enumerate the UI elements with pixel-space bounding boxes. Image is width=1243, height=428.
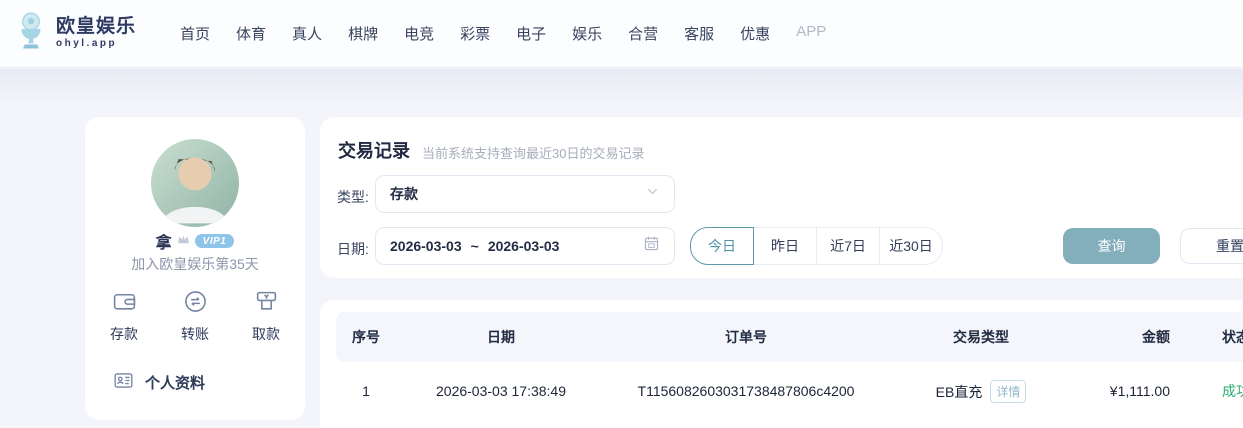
nav-item-promo[interactable]: 优惠 [740, 23, 770, 44]
range-yesterday-button[interactable]: 昨日 [753, 227, 817, 265]
col-date: 日期 [396, 327, 606, 347]
sidebar-item-deposit[interactable]: 存款 [110, 289, 138, 344]
date-from-value: 2026-03-03 [390, 238, 462, 254]
nav-item-sports[interactable]: 体育 [236, 23, 266, 44]
range-30days-button[interactable]: 近30日 [879, 227, 943, 265]
col-order-no: 订单号 [606, 327, 886, 347]
profile-sidebar-card: 拿 VIP1 加入欧皇娱乐第35天 存款 转账 [85, 117, 305, 420]
row-amount: ¥1,111.00 [1076, 383, 1176, 399]
sidebar-item-withdraw[interactable]: 取款 [252, 289, 280, 344]
range-7days-button[interactable]: 近7日 [816, 227, 880, 265]
sidebar-quick-actions: 存款 转账 取款 [85, 289, 305, 344]
range-today-button[interactable]: 今日 [690, 227, 754, 265]
row-order-no: T1156082603031738487806c4200 [606, 383, 886, 399]
user-name-row: 拿 VIP1 [85, 229, 305, 253]
chevron-down-icon [645, 184, 660, 204]
col-amount: 金额 [1076, 327, 1176, 347]
page-title: 交易记录 [338, 137, 410, 163]
type-label: 类型: [337, 187, 369, 207]
page-subtitle: 当前系统支持查询最近30日的交易记录 [422, 143, 644, 163]
user-name: 拿 [156, 229, 172, 253]
sidebar-item-label: 取款 [252, 324, 280, 344]
transaction-type: EB直充 [936, 384, 983, 400]
nav-item-service[interactable]: 客服 [684, 23, 714, 44]
profile-link-label: 个人资料 [145, 372, 205, 393]
brand-domain: ohyl.app [56, 39, 136, 50]
table-row: 1 2026-03-03 17:38:49 T11560826030317384… [336, 362, 1243, 420]
nav-item-esports[interactable]: 电竞 [404, 23, 434, 44]
row-datetime: 2026-03-03 17:38:49 [396, 383, 606, 399]
col-status: 状态 [1176, 327, 1243, 347]
trophy-logo-icon [15, 11, 47, 56]
transfer-icon [183, 289, 208, 317]
table-header-row: 序号 日期 订单号 交易类型 金额 状态 [336, 312, 1243, 362]
nav-item-lottery[interactable]: 彩票 [460, 23, 490, 44]
sidebar-item-label: 存款 [110, 324, 138, 344]
search-button[interactable]: 查询 [1063, 228, 1160, 264]
sidebar-item-transfer[interactable]: 转账 [181, 289, 209, 344]
nav-item-partnership[interactable]: 合营 [628, 23, 658, 44]
row-type: EB直充详情 [886, 380, 1076, 403]
brand-name: 欧皇娱乐 [56, 17, 136, 37]
brand-logo[interactable]: 欧皇娱乐 ohyl.app [15, 11, 136, 56]
vip-badge: VIP1 [195, 234, 235, 248]
sidebar-item-label: 转账 [181, 324, 209, 344]
reset-button[interactable]: 重置 [1180, 228, 1243, 264]
main-nav: 首页 体育 真人 棋牌 电竞 彩票 电子 娱乐 合营 客服 优惠 APP [180, 23, 826, 44]
col-index: 序号 [336, 327, 396, 347]
withdraw-icon [254, 289, 279, 317]
crown-icon [177, 232, 190, 250]
wallet-icon [112, 289, 137, 317]
type-select[interactable]: 存款 [375, 175, 675, 213]
id-card-icon [113, 370, 134, 395]
nav-item-entertainment[interactable]: 娱乐 [572, 23, 602, 44]
nav-item-home[interactable]: 首页 [180, 23, 210, 44]
transaction-filter-card: 交易记录 当前系统支持查询最近30日的交易记录 类型: 存款 日期: 2026-… [320, 117, 1243, 278]
sidebar-item-profile[interactable]: 个人资料 [113, 370, 205, 395]
navbar-shadow [0, 69, 1243, 107]
transaction-table-card: 序号 日期 订单号 交易类型 金额 状态 1 2026-03-03 17:38:… [320, 300, 1243, 428]
date-separator: ~ [471, 238, 479, 254]
date-to-value: 2026-03-03 [488, 238, 560, 254]
join-days-text: 加入欧皇娱乐第35天 [85, 254, 305, 274]
calendar-icon [643, 235, 660, 257]
avatar[interactable] [151, 139, 239, 227]
quick-range-group: 今日 昨日 近7日 近30日 [690, 227, 943, 265]
top-navbar: 欧皇娱乐 ohyl.app 首页 体育 真人 棋牌 电竞 彩票 电子 娱乐 合营… [0, 0, 1243, 68]
date-range-picker[interactable]: 2026-03-03 ~ 2026-03-03 [375, 227, 675, 265]
type-select-value: 存款 [390, 184, 418, 204]
status-badge: 成功 [1176, 381, 1243, 401]
nav-item-slots[interactable]: 电子 [516, 23, 546, 44]
nav-item-live[interactable]: 真人 [292, 23, 322, 44]
section-header: 交易记录 当前系统支持查询最近30日的交易记录 [338, 137, 644, 163]
row-index: 1 [336, 383, 396, 399]
nav-item-chess[interactable]: 棋牌 [348, 23, 378, 44]
date-label: 日期: [337, 239, 369, 259]
detail-link[interactable]: 详情 [990, 380, 1026, 403]
col-type: 交易类型 [886, 327, 1076, 347]
nav-item-app[interactable]: APP [796, 23, 826, 44]
